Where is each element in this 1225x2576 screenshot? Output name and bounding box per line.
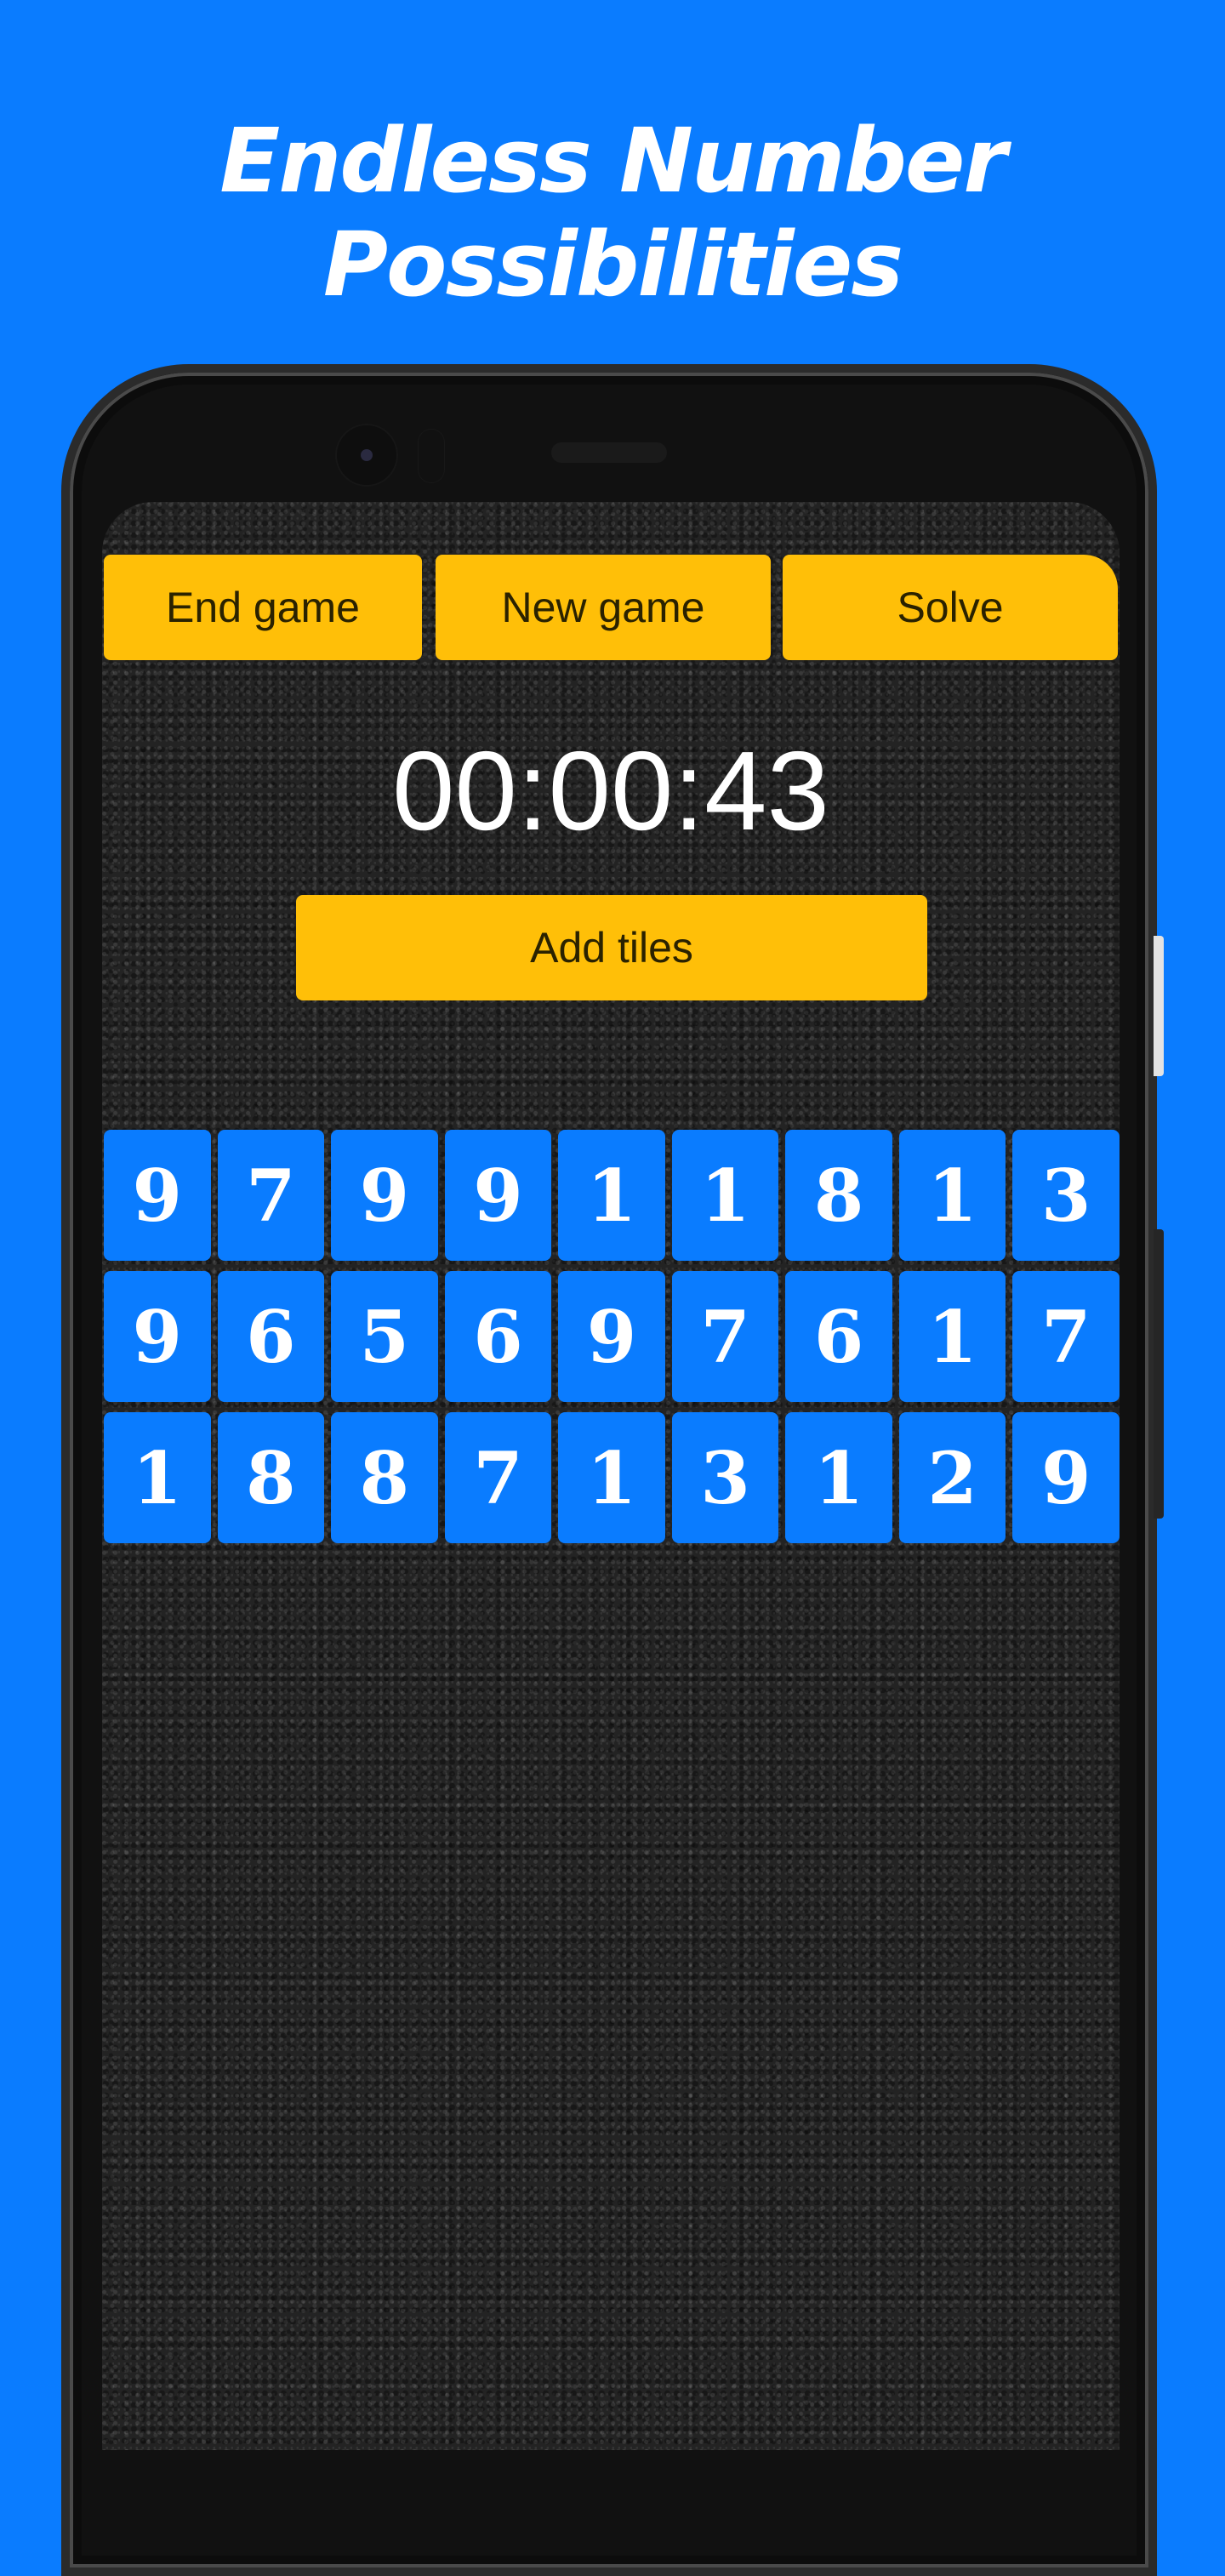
number-tile[interactable]: 9 [558,1271,665,1402]
number-tile[interactable]: 7 [671,1271,779,1402]
number-tile[interactable]: 7 [444,1412,552,1543]
proximity-sensor [419,430,444,482]
camera-lens [361,449,373,461]
number-tile[interactable]: 1 [558,1412,665,1543]
earpiece-speaker [551,442,667,463]
add-tiles-button[interactable]: Add tiles [296,895,927,1000]
number-tile[interactable]: 2 [898,1412,1006,1543]
promo-headline-line-2: Possibilities [322,213,903,316]
number-tile[interactable]: 9 [444,1130,552,1261]
new-game-button[interactable]: New game [436,555,771,660]
phone-power-button [1154,936,1164,1076]
number-tile[interactable]: 1 [104,1412,211,1543]
number-tile[interactable]: 8 [217,1412,325,1543]
promo-headline-line-1: Endless Number [219,109,1006,213]
number-tile[interactable]: 7 [217,1130,325,1261]
number-tile[interactable]: 9 [331,1130,438,1261]
number-tile[interactable]: 1 [785,1412,892,1543]
number-tile[interactable]: 6 [217,1271,325,1402]
number-tile[interactable]: 8 [331,1412,438,1543]
number-tile[interactable]: 3 [1012,1130,1120,1261]
game-screen: End game New game Solve 00:00:43 Add til… [102,502,1120,2450]
number-tile[interactable]: 6 [444,1271,552,1402]
number-tile[interactable]: 9 [1012,1412,1120,1543]
number-tile[interactable]: 9 [104,1271,211,1402]
end-game-button[interactable]: End game [104,555,422,660]
promo-headline: Endless Number Possibilities [0,109,1225,316]
tile-grid: 9 7 9 9 1 1 8 1 3 9 6 5 6 9 7 6 1 7 1 8 … [104,1130,1120,1543]
phone-volume-button [1154,1229,1164,1519]
number-tile[interactable]: 3 [671,1412,779,1543]
game-timer: 00:00:43 [392,728,829,853]
solve-button[interactable]: Solve [783,555,1118,660]
number-tile[interactable]: 1 [671,1130,779,1261]
number-tile[interactable]: 6 [785,1271,892,1402]
number-tile[interactable]: 8 [785,1130,892,1261]
number-tile[interactable]: 5 [331,1271,438,1402]
number-tile[interactable]: 7 [1012,1271,1120,1402]
number-tile[interactable]: 1 [898,1271,1006,1402]
number-tile[interactable]: 9 [104,1130,211,1261]
number-tile[interactable]: 1 [558,1130,665,1261]
number-tile[interactable]: 1 [898,1130,1006,1261]
